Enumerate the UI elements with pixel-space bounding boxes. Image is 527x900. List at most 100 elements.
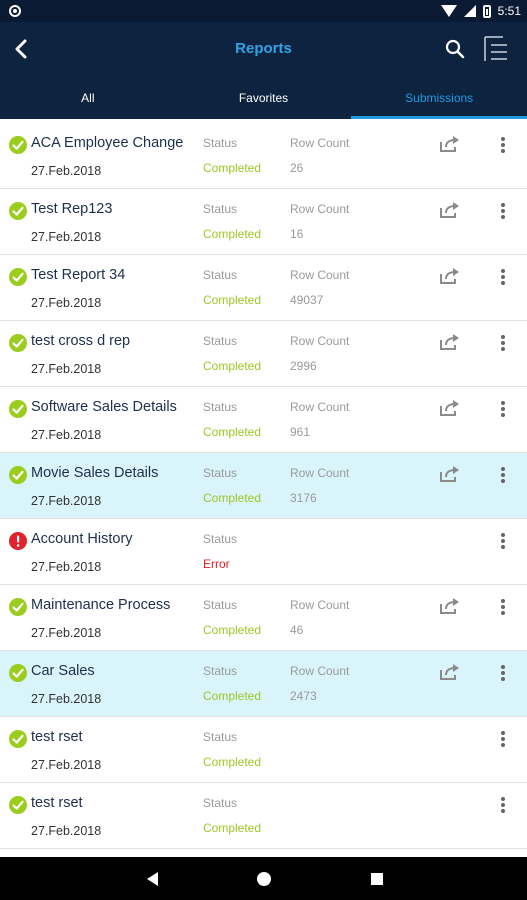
more-vertical-icon[interactable] [496, 531, 510, 551]
row-count-value: 16 [290, 227, 304, 241]
row-count-label: Row Count [290, 268, 350, 282]
row-count-label: Row Count [290, 202, 350, 216]
share-icon[interactable] [438, 596, 460, 616]
status-value: Completed [203, 689, 262, 703]
report-row[interactable]: Test Report 34 27.Feb.2018 Status Completed… [0, 255, 527, 321]
share-icon[interactable] [438, 266, 460, 286]
row-count-label: Row Count [290, 466, 350, 480]
report-row[interactable]: Movie Sales Details 27.Feb.2018 Status Comp… [0, 453, 527, 519]
more-vertical-icon[interactable] [496, 333, 510, 353]
report-name: Movie Sales Details [31, 465, 159, 481]
report-row[interactable]: test rset 27.Feb.2018 Status Completed [0, 717, 527, 783]
status-value: Completed [203, 623, 262, 637]
report-row[interactable]: Software Sales Details 27.Feb.2018 Status C… [0, 387, 527, 453]
share-icon[interactable] [438, 464, 460, 484]
share-icon[interactable] [438, 200, 460, 220]
check-circle-icon [9, 136, 27, 154]
report-row[interactable]: Test Rep123 27.Feb.2018 Status Completed Row… [0, 189, 527, 255]
report-name: test rset [31, 729, 83, 745]
check-circle-icon [9, 730, 27, 748]
report-row[interactable]: Account History 27.Feb.2018 Status Error [0, 519, 527, 585]
more-vertical-icon[interactable] [496, 729, 510, 749]
status-value: Completed [203, 161, 262, 175]
more-vertical-icon[interactable] [496, 267, 510, 287]
check-circle-icon [9, 466, 27, 484]
report-name: Test Rep123 [31, 201, 113, 217]
status-label: Status [203, 598, 238, 612]
check-circle-icon [9, 202, 27, 220]
row-count-value: 49037 [290, 293, 324, 307]
report-name: Maintenance Process [31, 597, 171, 613]
more-vertical-icon[interactable] [496, 465, 510, 485]
status-label: Status [203, 796, 238, 810]
status-bar-right: 5:51 [440, 3, 521, 19]
report-row[interactable]: Maintenance Process 27.Feb.2018 Status Comp… [0, 585, 527, 651]
check-circle-icon [9, 796, 27, 814]
report-row[interactable]: Car Sales 27.Feb.2018 Status Completed Row C… [0, 651, 527, 717]
report-row[interactable]: ACA Employee Change 27.Feb.2018 Status Comp… [0, 123, 527, 189]
system-nav-bar [0, 857, 527, 900]
share-icon[interactable] [438, 662, 460, 682]
report-name: Account History [31, 531, 133, 547]
nav-back-icon[interactable] [143, 869, 163, 889]
status-value: Completed [203, 821, 262, 835]
tab-submissions[interactable]: Submissions [351, 77, 527, 119]
status-value: Completed [203, 755, 262, 769]
report-name: ACA Employee Change [31, 135, 184, 151]
status-label: Status [203, 334, 238, 348]
report-date: 27.Feb.2018 [31, 824, 102, 838]
nav-home-icon[interactable] [254, 869, 274, 889]
share-icon[interactable] [438, 134, 460, 154]
row-count-label: Row Count [290, 664, 350, 678]
more-vertical-icon[interactable] [496, 399, 510, 419]
status-label: Status [203, 730, 238, 744]
status-label: Status [203, 136, 238, 150]
status-value: Completed [203, 227, 262, 241]
more-vertical-icon[interactable] [496, 597, 510, 617]
check-circle-icon [9, 664, 27, 682]
more-vertical-icon[interactable] [496, 663, 510, 683]
report-name: Software Sales Details [31, 399, 177, 415]
status-bar: 5:51 [0, 0, 527, 22]
check-circle-icon [9, 598, 27, 616]
report-date: 27.Feb.2018 [31, 560, 102, 574]
row-count-value: 961 [290, 425, 311, 439]
search-icon[interactable] [444, 38, 466, 60]
notification-icon [9, 5, 21, 17]
report-name: Car Sales [31, 663, 95, 679]
row-count-label: Row Count [290, 334, 350, 348]
more-vertical-icon[interactable] [496, 795, 510, 815]
status-label: Status [203, 400, 238, 414]
row-count-value: 26 [290, 161, 304, 175]
wifi-icon [440, 5, 457, 17]
more-vertical-icon[interactable] [496, 201, 510, 221]
tab-all[interactable]: All [0, 77, 176, 119]
status-value: Completed [203, 425, 262, 439]
report-date: 27.Feb.2018 [31, 230, 102, 244]
report-date: 27.Feb.2018 [31, 626, 102, 640]
report-date: 27.Feb.2018 [31, 494, 102, 508]
report-row[interactable]: test rset 27.Feb.2018 Status Completed [0, 783, 527, 849]
status-label: Status [203, 532, 238, 546]
status-label: Status [203, 664, 238, 678]
share-icon[interactable] [438, 398, 460, 418]
report-date: 27.Feb.2018 [31, 758, 102, 772]
report-name: test cross d rep [31, 333, 131, 349]
status-label: Status [203, 202, 238, 216]
row-count-label: Row Count [290, 598, 350, 612]
tab-bar: All Favorites Submissions [0, 77, 527, 119]
share-icon[interactable] [438, 332, 460, 352]
nav-recents-icon[interactable] [367, 869, 387, 889]
menu-icon[interactable] [481, 35, 511, 63]
row-count-value: 3176 [290, 491, 317, 505]
error-circle-icon [9, 532, 27, 550]
report-row[interactable]: test cross d rep 27.Feb.2018 Status Complet… [0, 321, 527, 387]
battery-icon [482, 4, 491, 18]
report-list: ACA Employee Change 27.Feb.2018 Status Comp… [0, 123, 527, 849]
row-count-value: 2996 [290, 359, 317, 373]
tab-favorites[interactable]: Favorites [176, 77, 352, 119]
status-label: Status [203, 268, 238, 282]
more-vertical-icon[interactable] [496, 135, 510, 155]
row-count-value: 2473 [290, 689, 317, 703]
row-count-label: Row Count [290, 400, 350, 414]
